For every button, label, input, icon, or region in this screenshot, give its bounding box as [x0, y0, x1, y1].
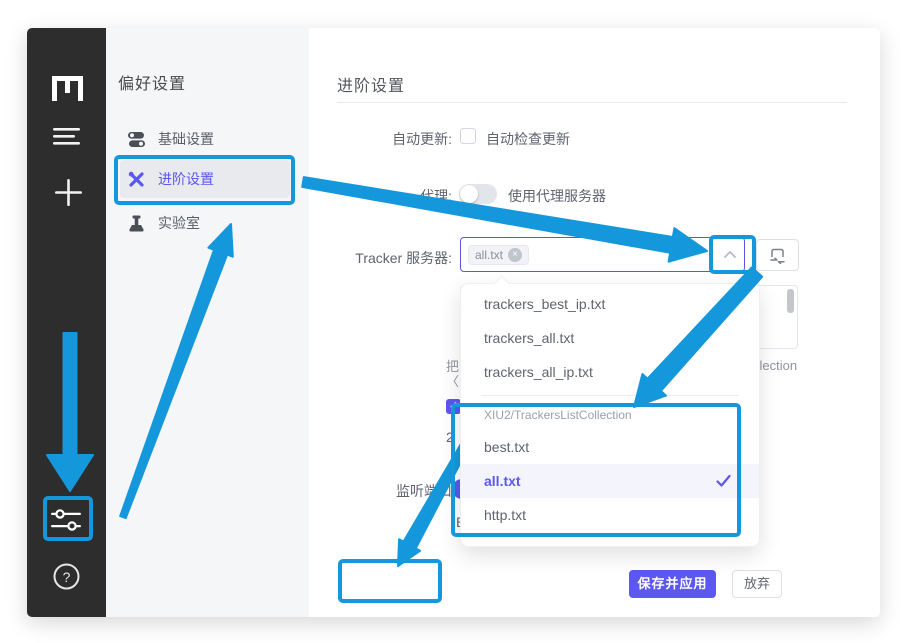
save-and-apply-button[interactable]: 保存并应用: [629, 570, 716, 598]
selected-check-icon: [716, 474, 731, 488]
sync-trackers-button[interactable]: [756, 239, 799, 271]
auto-update-checkbox-label: 自动检查更新: [486, 129, 570, 149]
discard-button[interactable]: 放弃: [732, 570, 782, 598]
add-task-icon[interactable]: [55, 179, 82, 206]
dropdown-item[interactable]: http.txt: [461, 498, 759, 532]
dropdown-item[interactable]: trackers_best_ip.txt: [461, 287, 759, 321]
toggle-knob: [460, 185, 478, 203]
basic-settings-icon: [128, 131, 145, 148]
tracker-source-dropdown: trackers_best_ip.txt trackers_all.txt tr…: [460, 283, 760, 547]
tracker-server-label: Tracker 服务器:: [310, 248, 452, 268]
nav-item-lab[interactable]: 实验室: [120, 204, 290, 242]
preferences-sliders-icon[interactable]: [51, 507, 81, 533]
nav-item-advanced-settings[interactable]: 进阶设置: [120, 160, 290, 198]
tracker-server-select[interactable]: all.txt ×: [460, 237, 745, 272]
page-title: 进阶设置: [337, 72, 405, 96]
title-divider: [337, 102, 847, 103]
task-list-icon[interactable]: [53, 128, 80, 145]
nav-item-label: 进阶设置: [158, 169, 214, 189]
auto-update-checkbox[interactable]: [460, 128, 476, 144]
screen: ? 偏好设置 基础设置 进阶设置: [0, 0, 906, 643]
sync-daily-checkbox[interactable]: ✓: [446, 399, 461, 414]
svg-text:?: ?: [63, 569, 71, 585]
textarea-scrollbar[interactable]: [787, 289, 794, 313]
proxy-toggle[interactable]: [459, 184, 497, 204]
nav-item-label: 基础设置: [158, 129, 214, 149]
dropdown-item[interactable]: trackers_all_ip.txt: [461, 355, 759, 389]
sidebar: ?: [27, 28, 106, 617]
tracker-tag: all.txt ×: [468, 245, 529, 265]
nav-item-basic-settings[interactable]: 基础设置: [120, 120, 290, 158]
sync-trackers-icon: [769, 247, 786, 264]
auto-update-label: 自动更新:: [310, 129, 452, 149]
proxy-label: 代理:: [310, 186, 452, 206]
proxy-toggle-label: 使用代理服务器: [508, 186, 606, 206]
number-fragment: 2: [446, 429, 454, 445]
dropdown-group-label: XIU2/TrackersListCollection: [461, 400, 759, 430]
lab-icon: [128, 215, 145, 232]
nav-panel-title: 偏好设置: [118, 70, 186, 94]
dropdown-item-selected[interactable]: all.txt: [461, 464, 759, 498]
tracker-tag-text: all.txt: [475, 248, 503, 262]
motrix-logo: [52, 76, 83, 101]
tag-remove-icon[interactable]: ×: [508, 248, 522, 262]
dropdown-item-label: all.txt: [484, 473, 521, 489]
dropdown-item[interactable]: trackers_all.txt: [461, 321, 759, 355]
listen-port-label: 监听端口: [310, 481, 452, 501]
dropdown-item[interactable]: best.txt: [461, 430, 759, 464]
help-icon[interactable]: ?: [53, 563, 80, 590]
dropdown-group-divider: [481, 395, 739, 396]
preferences-nav-panel: 偏好设置 基础设置 进阶设置: [106, 28, 309, 617]
advanced-settings-icon: [128, 171, 145, 188]
nav-item-label: 实验室: [158, 213, 200, 233]
collapse-caret-icon[interactable]: [722, 247, 738, 263]
